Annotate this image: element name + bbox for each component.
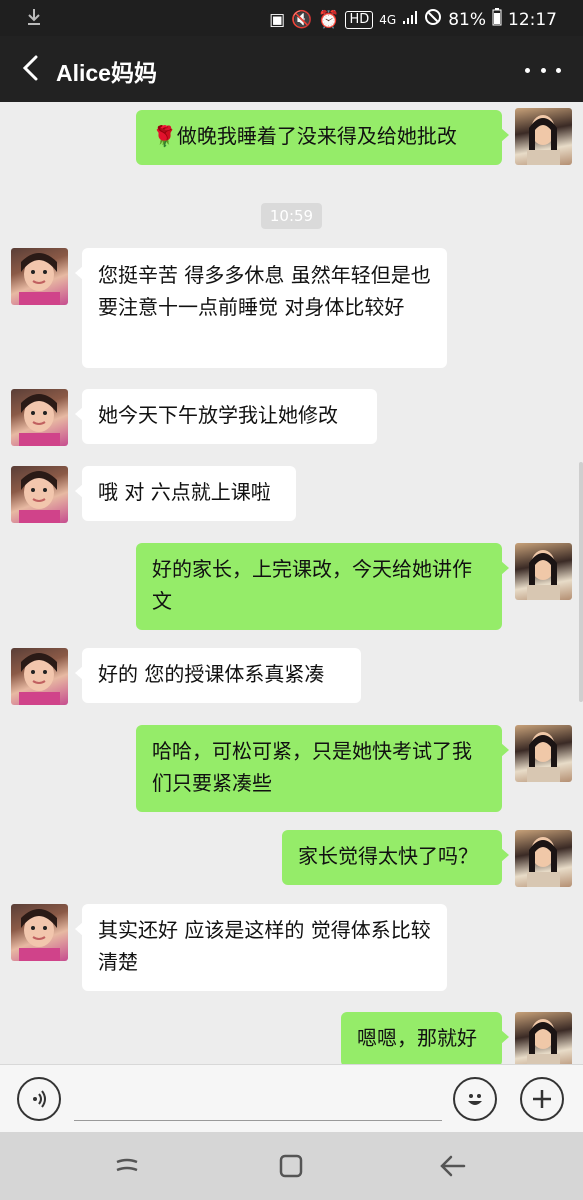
mute-icon: 🔇	[291, 9, 313, 30]
signal-icon	[402, 9, 418, 30]
battery-icon	[492, 8, 502, 31]
voice-icon[interactable]	[17, 1077, 61, 1121]
avatar[interactable]	[515, 1012, 572, 1064]
battery-percent: 81%	[448, 9, 486, 30]
more-options-icon[interactable]	[525, 58, 561, 82]
alarm-icon: ⏰	[318, 9, 340, 30]
status-bar: ▣ 🔇 ⏰ HD 4G 81% 12:17	[0, 0, 583, 36]
avatar[interactable]	[11, 466, 68, 523]
avatar[interactable]	[515, 725, 572, 782]
battery-saver-icon: ▣	[269, 9, 286, 30]
message-bubble-outgoing[interactable]: 嗯嗯，那就好	[341, 1012, 509, 1064]
avatar[interactable]	[11, 904, 68, 961]
chat-area[interactable]: 🌹做晚我睡着了没来得及给她批改 10:59 您挺辛苦 得多多休息 虽然年轻但是也…	[0, 102, 583, 1064]
download-icon	[26, 8, 42, 31]
message-bubble-incoming[interactable]: 哦 对 六点就上课啦	[75, 466, 296, 521]
emoji-icon[interactable]	[453, 1077, 497, 1121]
home-icon[interactable]	[274, 1150, 308, 1182]
message-bubble-incoming[interactable]: 好的 您的授课体系真紧凑	[75, 648, 361, 703]
message-bubble-outgoing[interactable]: 🌹做晚我睡着了没来得及给她批改	[136, 110, 509, 165]
hd-badge: HD	[345, 10, 374, 29]
system-nav-bar	[0, 1132, 583, 1200]
clock: 12:17	[508, 9, 557, 30]
recents-icon[interactable]	[110, 1150, 144, 1182]
avatar[interactable]	[515, 830, 572, 887]
timestamp: 10:59	[261, 203, 322, 229]
input-bar	[0, 1064, 583, 1133]
message-bubble-outgoing[interactable]: 家长觉得太快了吗？	[282, 830, 509, 885]
avatar[interactable]	[515, 108, 572, 165]
avatar[interactable]	[11, 648, 68, 705]
avatar[interactable]	[11, 248, 68, 305]
message-bubble-incoming[interactable]: 其实还好 应该是这样的 觉得体系比较清楚	[75, 904, 447, 991]
back-arrow-icon[interactable]	[16, 53, 46, 83]
scrollbar[interactable]	[579, 462, 583, 702]
message-bubble-outgoing[interactable]: 好的家长，上完课改，今天给她讲作文	[136, 543, 509, 630]
chat-title: Alice妈妈	[56, 60, 157, 86]
no-disturb-icon	[424, 8, 442, 31]
message-input[interactable]	[74, 1079, 442, 1121]
network-type: 4G	[379, 12, 397, 27]
message-bubble-incoming[interactable]: 她今天下午放学我让她修改	[75, 389, 377, 444]
message-bubble-incoming[interactable]: 您挺辛苦 得多多休息 虽然年轻但是也要注意十一点前睡觉 对身体比较好	[75, 248, 447, 368]
chat-header: Alice妈妈	[0, 36, 583, 102]
avatar[interactable]	[515, 543, 572, 600]
avatar[interactable]	[11, 389, 68, 446]
message-bubble-outgoing[interactable]: 哈哈，可松可紧，只是她快考试了我们只要紧凑些	[136, 725, 509, 812]
plus-icon[interactable]	[520, 1077, 564, 1121]
back-nav-icon[interactable]	[436, 1150, 470, 1182]
